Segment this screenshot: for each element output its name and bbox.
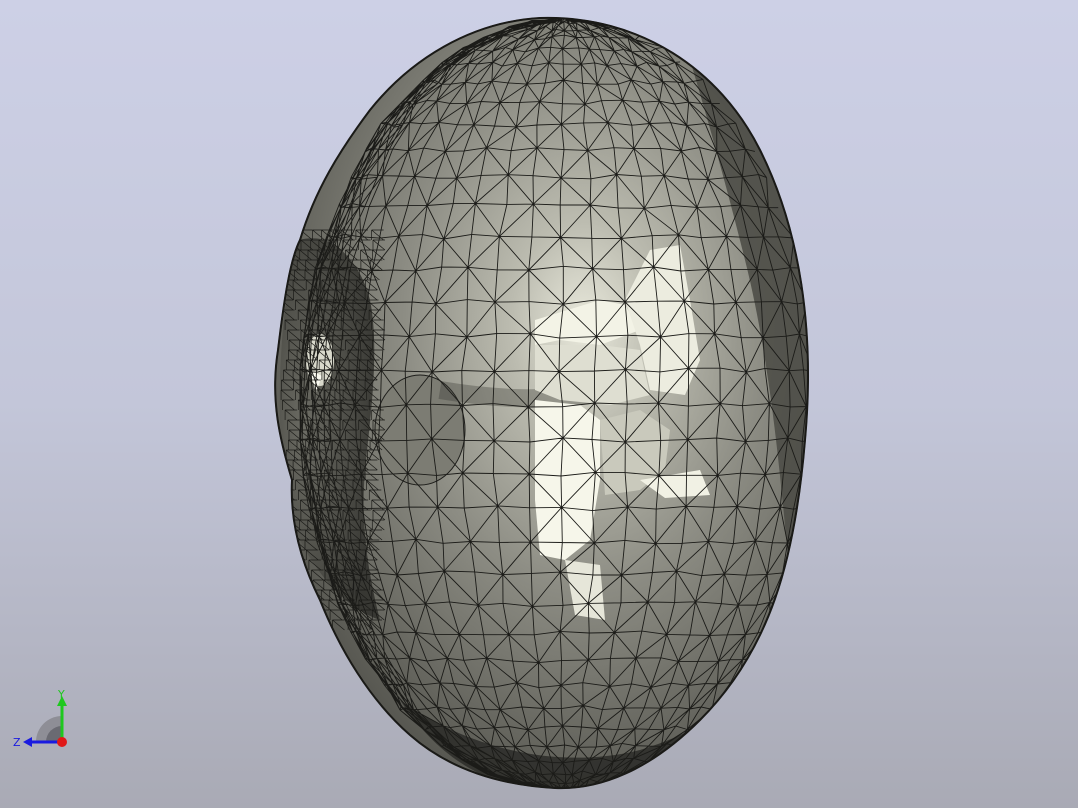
model-canvas[interactable]: [0, 0, 1078, 808]
z-axis-label: Z: [13, 736, 21, 749]
x-axis-dot: [57, 737, 67, 747]
head-model[interactable]: [274, 16, 819, 793]
orientation-triad[interactable]: Y Z: [10, 686, 74, 756]
3d-viewport[interactable]: [0, 0, 1078, 808]
y-axis-label: Y: [57, 688, 65, 701]
face-mesh-edges: [280, 229, 386, 631]
